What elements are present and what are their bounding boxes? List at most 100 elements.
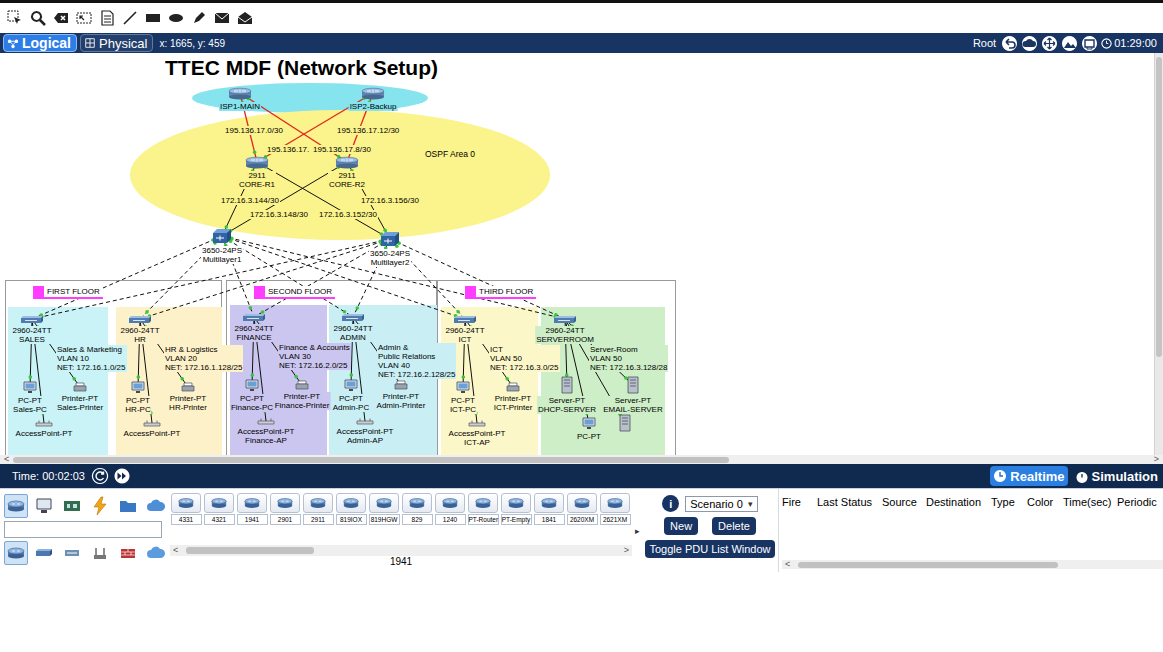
delete-icon[interactable] — [53, 10, 69, 26]
access-switch-icon[interactable] — [128, 315, 152, 324]
pdu-column-header[interactable]: Time(sec) — [1063, 495, 1117, 509]
network-link[interactable] — [390, 239, 565, 319]
device-category[interactable] — [116, 494, 140, 518]
pc-device-icon[interactable] — [344, 379, 358, 392]
freeform-icon[interactable] — [191, 10, 207, 26]
vertical-scrollbar[interactable] — [1154, 53, 1163, 455]
ap-device-icon[interactable] — [468, 420, 486, 427]
select-icon[interactable] — [7, 10, 23, 26]
server-device-icon[interactable] — [619, 414, 631, 432]
back-icon[interactable] — [1001, 35, 1018, 52]
device-model[interactable]: 1941 — [236, 493, 268, 525]
device-model[interactable]: 819HGW — [368, 493, 400, 525]
isp-router-icon[interactable] — [361, 87, 385, 100]
pdu-column-header[interactable]: Last Status — [817, 495, 882, 509]
rectangle-icon[interactable] — [145, 10, 161, 26]
viewport-icon[interactable] — [1081, 35, 1098, 52]
device-model[interactable]: 819IOX — [335, 493, 367, 525]
core-router-icon[interactable] — [245, 156, 269, 169]
scenario-select[interactable]: Scenario 0▾ — [685, 496, 758, 512]
line-icon[interactable] — [122, 10, 138, 26]
ap-device-icon[interactable] — [143, 420, 161, 427]
device-search-field[interactable] — [4, 521, 162, 538]
access-switch-icon[interactable] — [453, 315, 477, 324]
multilayer-switch-icon[interactable] — [212, 228, 232, 244]
printer-device-icon[interactable] — [295, 380, 309, 390]
logical-workspace[interactable]: TTEC MDF (Network Setup)ISP1-MAINISP2-Ba… — [0, 53, 1154, 455]
cluster-icon[interactable] — [1021, 35, 1038, 52]
pdu-column-header[interactable]: Color — [1027, 495, 1063, 509]
ap-device-icon[interactable] — [356, 418, 374, 425]
device-model[interactable]: 1240 — [434, 493, 466, 525]
isp-router-icon[interactable] — [228, 87, 252, 100]
device-subcategory[interactable] — [116, 541, 140, 565]
access-switch-icon[interactable] — [341, 313, 365, 322]
device-subcategory[interactable] — [4, 541, 28, 565]
fast-forward-icon[interactable] — [113, 467, 131, 485]
pdu-column-header[interactable]: Destination — [926, 495, 991, 509]
device-category[interactable] — [144, 494, 168, 518]
pc-device-icon[interactable] — [456, 381, 470, 394]
printer-device-icon[interactable] — [181, 382, 195, 392]
device-model[interactable]: 1841 — [533, 493, 565, 525]
access-switch-icon[interactable] — [242, 313, 266, 322]
view-tab[interactable]: Logical — [3, 34, 77, 52]
printer-device-icon[interactable] — [394, 380, 408, 390]
panel-expander[interactable]: ▸ — [632, 489, 642, 572]
scenario-button[interactable]: Delete — [712, 517, 756, 535]
background-image-icon[interactable] — [1061, 35, 1078, 52]
simple-pdu-icon[interactable] — [214, 10, 230, 26]
device-subcategory[interactable] — [60, 541, 84, 565]
server-device-icon[interactable] — [627, 376, 639, 394]
ap-device-icon[interactable] — [35, 420, 53, 427]
device-subcategory[interactable] — [88, 541, 112, 565]
inspect-icon[interactable] — [30, 10, 46, 26]
pc-device-icon[interactable] — [131, 381, 145, 394]
horizontal-scrollbar[interactable]: <> — [0, 455, 1163, 464]
move-icon[interactable] — [1041, 35, 1058, 52]
ap-device-icon[interactable] — [257, 418, 275, 425]
ellipse-icon[interactable] — [168, 10, 184, 26]
network-link[interactable] — [222, 236, 465, 319]
power-cycle-icon[interactable] — [91, 467, 109, 485]
model-scrollbar[interactable]: <> — [170, 545, 632, 556]
network-link[interactable] — [222, 236, 565, 319]
device-model[interactable]: 2620XM — [566, 493, 598, 525]
device-category[interactable] — [32, 494, 56, 518]
device-model[interactable]: 4321 — [203, 493, 235, 525]
complex-pdu-icon[interactable] — [237, 10, 253, 26]
access-switch-icon[interactable] — [20, 315, 44, 324]
core-router-icon[interactable] — [335, 156, 359, 169]
device-model[interactable]: PT-Router — [467, 493, 499, 525]
device-model[interactable]: 2911 — [302, 493, 334, 525]
pc-device-icon[interactable] — [23, 381, 37, 394]
multilayer-switch-icon[interactable] — [380, 231, 400, 247]
device-model[interactable]: 4331 — [170, 493, 202, 525]
pc-device-icon[interactable] — [245, 379, 259, 392]
device-subcategory[interactable] — [32, 541, 56, 565]
pc-device-icon[interactable] — [582, 417, 596, 430]
info-button[interactable]: i — [662, 495, 679, 512]
device-category[interactable] — [60, 494, 84, 518]
device-category[interactable] — [4, 494, 28, 518]
mode-tab[interactable]: Realtime — [990, 466, 1067, 486]
toggle-pdu-list-button[interactable]: Toggle PDU List Window — [645, 540, 774, 558]
resize-icon[interactable] — [76, 10, 92, 26]
device-model[interactable]: 829 — [401, 493, 433, 525]
access-switch-icon[interactable] — [553, 315, 577, 324]
printer-device-icon[interactable] — [506, 382, 520, 392]
device-subcategory[interactable] — [144, 541, 168, 565]
note-icon[interactable] — [99, 10, 115, 26]
device-model[interactable]: PT-Empty — [500, 493, 532, 525]
device-category[interactable] — [88, 494, 112, 518]
pdu-column-header[interactable]: Fire — [782, 495, 817, 509]
view-tab[interactable]: Physical — [80, 34, 153, 52]
printer-device-icon[interactable] — [73, 382, 87, 392]
mode-tab[interactable]: Simulation — [1072, 466, 1161, 486]
pdu-scrollbar[interactable]: < — [782, 560, 1163, 569]
scenario-button[interactable]: New — [664, 517, 698, 535]
device-model[interactable]: 2901 — [269, 493, 301, 525]
pdu-column-header[interactable]: Source — [882, 495, 926, 509]
network-link[interactable] — [32, 236, 222, 319]
server-device-icon[interactable] — [561, 376, 573, 394]
